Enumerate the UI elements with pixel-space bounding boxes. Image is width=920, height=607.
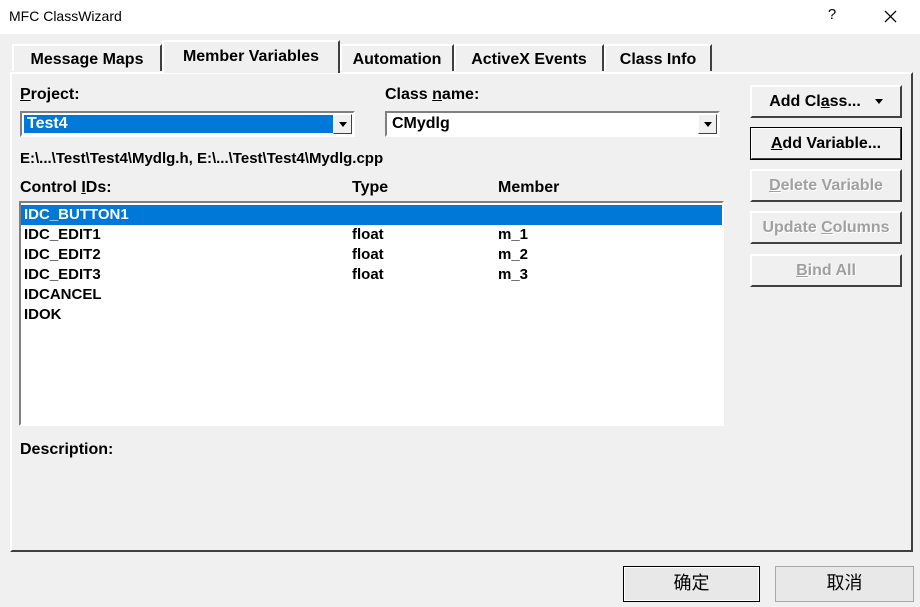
tab-automation[interactable]: Automation	[340, 44, 454, 71]
project-label: Project:	[20, 86, 80, 103]
project-combo[interactable]: Test4	[20, 111, 355, 137]
add-variable-button[interactable]: Add Variable...	[750, 127, 902, 160]
control-ids-list[interactable]: IDC_BUTTON1 IDC_EDIT1 float m_1 IDC_EDIT…	[19, 201, 724, 426]
project-value: Test4	[24, 115, 333, 133]
control-id: IDC_BUTTON1	[24, 206, 129, 223]
control-id: IDC_EDIT2	[24, 246, 101, 263]
class-name-value: CMydlg	[392, 115, 450, 132]
control-type: float	[352, 266, 384, 283]
control-type: float	[352, 246, 384, 263]
tab-message-maps[interactable]: Message Maps	[12, 44, 162, 71]
list-item[interactable]: IDC_EDIT2 float m_2	[21, 245, 722, 265]
control-id: IDC_EDIT3	[24, 266, 101, 283]
tab-member-variables[interactable]: Member Variables	[162, 40, 340, 73]
class-name-dropdown-button[interactable]	[698, 114, 717, 134]
list-item[interactable]: IDC_EDIT1 float m_1	[21, 225, 722, 245]
tab-class-info[interactable]: Class Info	[604, 44, 712, 71]
list-item[interactable]: IDCANCEL	[21, 285, 722, 305]
list-item[interactable]: IDOK	[21, 305, 722, 325]
bind-all-button[interactable]: Bind All	[750, 254, 902, 287]
control-id: IDCANCEL	[24, 286, 102, 303]
class-name-label: Class name:	[385, 86, 480, 103]
control-ids-header: Control IDs:	[20, 179, 112, 196]
project-dropdown-button[interactable]	[333, 114, 352, 134]
type-header: Type	[352, 179, 389, 196]
ok-button[interactable]: 确定	[623, 566, 760, 602]
update-columns-button[interactable]: Update Columns	[750, 211, 902, 244]
control-member: m_3	[498, 266, 529, 283]
file-paths: E:\...\Test\Test4\Mydlg.h, E:\...\Test\T…	[20, 150, 384, 167]
chevron-down-icon	[874, 99, 883, 105]
list-item[interactable]: IDC_BUTTON1	[21, 205, 722, 225]
member-header: Member	[498, 179, 560, 196]
list-item[interactable]: IDC_EDIT3 float m_3	[21, 265, 722, 285]
window-title: MFC ClassWizard	[9, 8, 122, 24]
chevron-down-icon	[704, 122, 712, 127]
cancel-button[interactable]: 取消	[775, 566, 914, 602]
control-id: IDOK	[24, 306, 62, 323]
description-label: Description:	[20, 441, 114, 458]
control-type: float	[352, 226, 384, 243]
tab-activex-events[interactable]: ActiveX Events	[454, 44, 604, 71]
class-name-combo[interactable]: CMydlg	[385, 111, 720, 137]
classwizard-dialog: Message Maps Member Variables Automation…	[0, 34, 920, 607]
close-icon[interactable]	[880, 4, 902, 28]
control-id: IDC_EDIT1	[24, 226, 101, 243]
add-class-button[interactable]: Add Class...	[750, 85, 902, 118]
help-button[interactable]: ?	[824, 6, 840, 23]
control-member: m_1	[498, 226, 529, 243]
delete-variable-button[interactable]: Delete Variable	[750, 169, 902, 202]
title-bar: MFC ClassWizard ?	[0, 0, 920, 35]
control-member: m_2	[498, 246, 529, 263]
chevron-down-icon	[339, 122, 347, 127]
